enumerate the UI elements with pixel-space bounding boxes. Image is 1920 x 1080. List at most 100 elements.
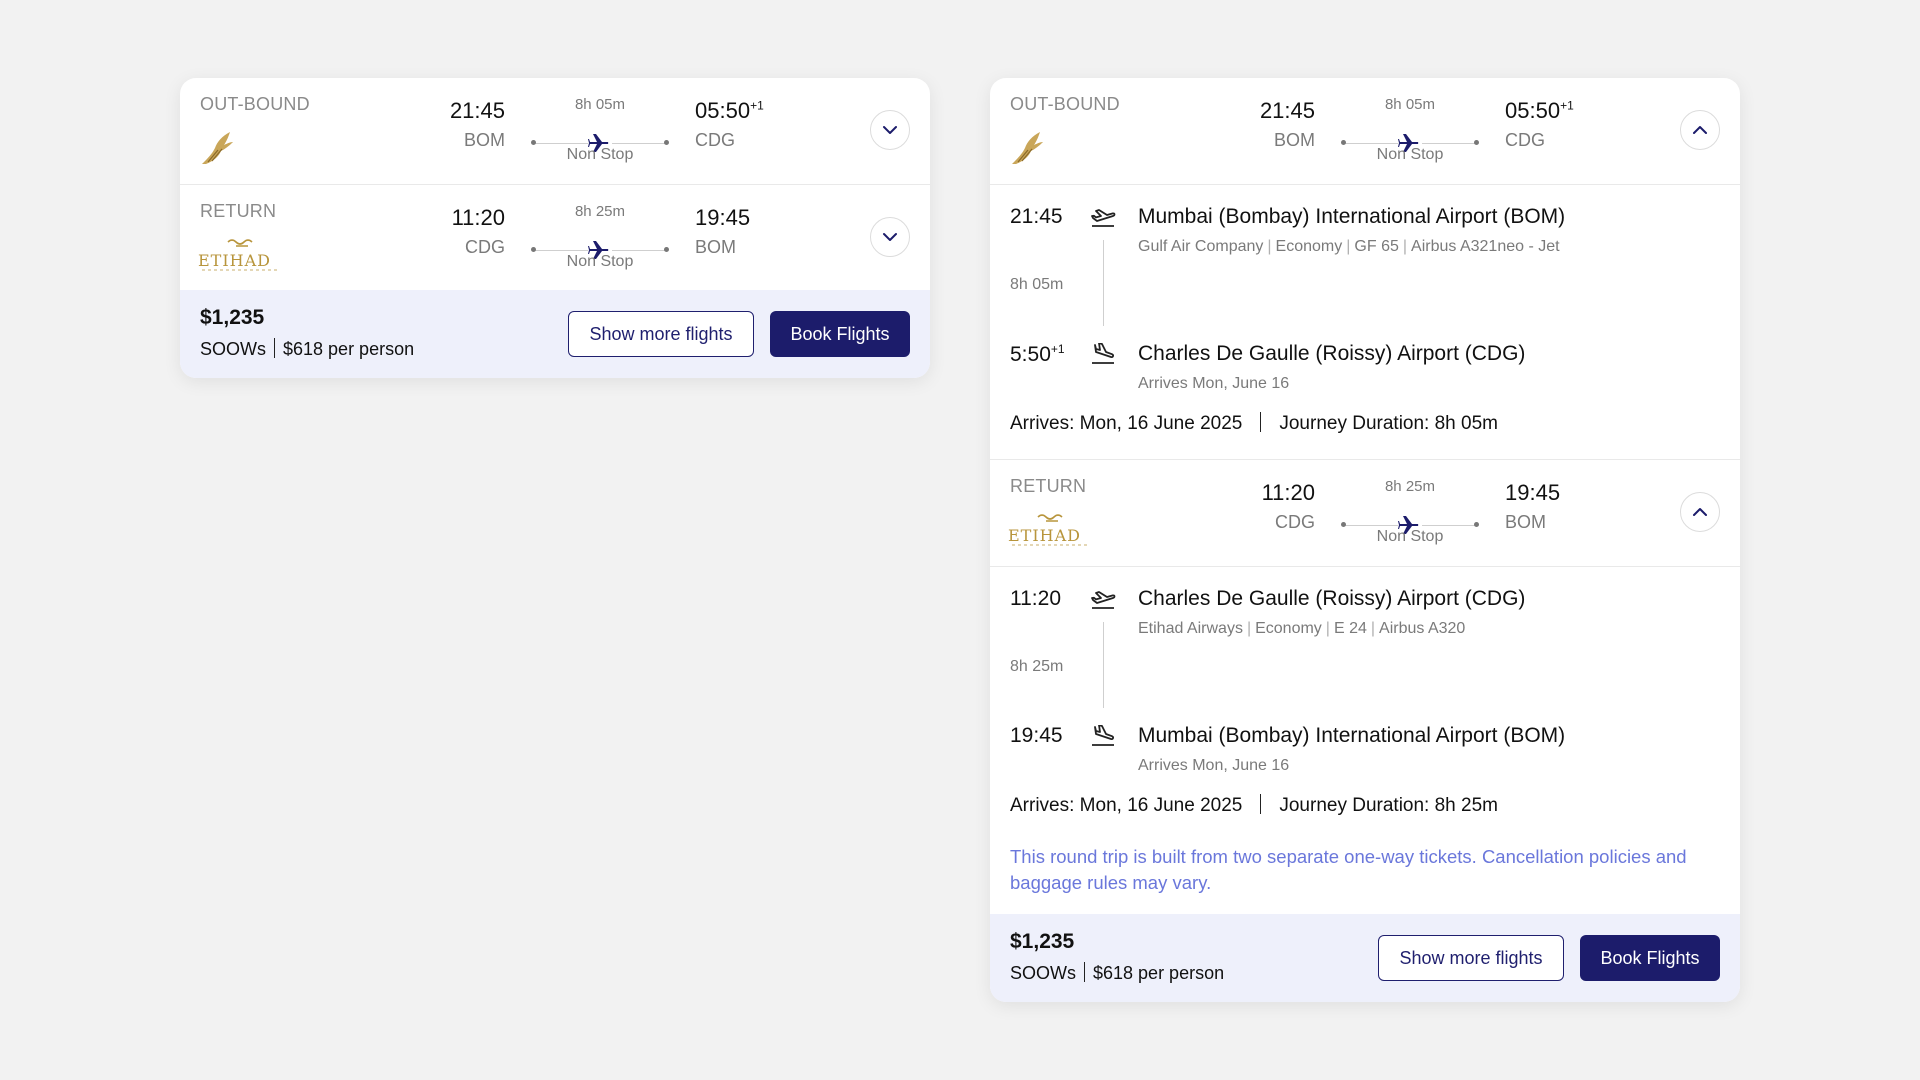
show-more-flights-button[interactable]: Show more flights xyxy=(1378,935,1564,981)
return-label: RETURN xyxy=(200,201,277,221)
return-stops: Non Stop xyxy=(1376,528,1444,545)
return-dep-code: CDG xyxy=(1275,512,1315,532)
return-dep-time: 11:20 xyxy=(451,205,505,230)
return-label: RETURN xyxy=(1010,476,1087,496)
return-detail-panel: 11:20 Charles De Gaulle (Roissy) Airport… xyxy=(990,567,1740,914)
gulf-air-falcon-icon xyxy=(1008,128,1046,173)
detail-arrives-date: Arrives: Mon, 16 June 2025 xyxy=(1010,413,1243,434)
chevron-up-icon xyxy=(1693,508,1707,516)
return-arr-time: 19:45 xyxy=(1505,480,1561,505)
detail-dep-airport: Charles De Gaulle (Roissy) Airport (CDG) xyxy=(1138,587,1526,610)
detail-journey-duration: Journey Duration: 8h 05m xyxy=(1279,413,1498,434)
detail-dep-airport: Mumbai (Bombay) International Airport (B… xyxy=(1138,205,1566,228)
per-person-price: $618 per person xyxy=(283,339,415,359)
per-person-price: $618 per person xyxy=(1093,963,1225,983)
outbound-expand-button[interactable] xyxy=(870,110,910,150)
outbound-duration-block: 8h 05m Non Stop xyxy=(1335,96,1485,166)
detail-carrier: Gulf Air Company xyxy=(1138,238,1264,255)
detail-carrier: Etihad Airways xyxy=(1138,620,1243,637)
detail-arr-airport: Charles De Gaulle (Roissy) Airport (CDG) xyxy=(1138,342,1526,365)
detail-arr-note: Arrives Mon, June 16 xyxy=(1138,375,1290,392)
outbound-duration-block: 8h 05m Non Stop xyxy=(525,96,675,166)
price-source: SOOWs xyxy=(200,339,266,359)
chevron-down-icon xyxy=(883,126,897,134)
outbound-detail-panel: 21:45 Mumbai (Bombay) International Airp… xyxy=(990,185,1740,460)
detail-arrives-date: Arrives: Mon, 16 June 2025 xyxy=(1010,795,1243,816)
book-flights-button[interactable]: Book Flights xyxy=(1580,935,1720,981)
detail-arr-time: 5:50 xyxy=(1010,343,1051,366)
detail-duration: 8h 05m xyxy=(1010,276,1064,293)
outbound-dep-time: 21:45 xyxy=(449,98,505,123)
outbound-stops: Non Stop xyxy=(566,146,634,163)
outbound-arr-offset: +1 xyxy=(750,98,764,113)
detail-cabin: Economy xyxy=(1255,620,1322,637)
return-expand-button[interactable] xyxy=(870,217,910,257)
svg-text:ETIHAD: ETIHAD xyxy=(198,251,271,270)
show-more-flights-button[interactable]: Show more flights xyxy=(568,311,754,357)
outbound-leg-row[interactable]: OUT-BOUND 21:45 BOM 8h 05m Non Stop 05:5… xyxy=(990,78,1740,185)
outbound-dep-code: BOM xyxy=(1273,130,1315,150)
detail-arr-note: Arrives Mon, June 16 xyxy=(1138,757,1290,774)
return-dep-code: CDG xyxy=(465,237,505,257)
outbound-dep-time: 21:45 xyxy=(1259,98,1315,123)
separate-tickets-notice: This round trip is built from two separa… xyxy=(1010,846,1687,893)
price-footer: $1,235 SOOWs $618 per person Show more fl… xyxy=(180,290,930,378)
detail-dep-time: 21:45 xyxy=(1010,205,1063,228)
return-collapse-button[interactable] xyxy=(1680,492,1720,532)
etihad-logo-icon: ETIHAD xyxy=(1008,512,1094,553)
detail-flight-info: Gulf Air Company | Economy | GF 65 | Airbus A3… xyxy=(1138,238,1560,255)
takeoff-icon xyxy=(1090,589,1116,611)
detail-journey-duration: Journey Duration: 8h 25m xyxy=(1279,795,1498,816)
total-price: $1,235 xyxy=(200,306,265,329)
return-dep-time: 11:20 xyxy=(1261,480,1315,505)
detail-dep-time: 11:20 xyxy=(1010,587,1061,610)
outbound-arr-code: CDG xyxy=(1505,130,1545,150)
return-duration: 8h 25m xyxy=(574,203,626,220)
flight-card-expanded: OUT-BOUND 21:45 BOM 8h 05m Non Stop 05:5… xyxy=(990,78,1740,1002)
return-duration: 8h 25m xyxy=(1384,478,1436,495)
svg-text:ETIHAD: ETIHAD xyxy=(1008,526,1081,545)
detail-duration: 8h 25m xyxy=(1010,658,1064,675)
return-arr-code: BOM xyxy=(1505,512,1547,532)
book-flights-button[interactable]: Book Flights xyxy=(770,311,910,357)
outbound-label: OUT-BOUND xyxy=(200,94,310,114)
detail-cabin: Economy xyxy=(1275,238,1343,255)
landing-icon xyxy=(1090,342,1116,365)
outbound-label: OUT-BOUND xyxy=(1010,94,1120,114)
price-footer: $1,235 SOOWs $618 per person Show more fl… xyxy=(990,914,1740,1002)
detail-aircraft: Airbus A321neo - Jet xyxy=(1411,238,1560,255)
return-stops: Non Stop xyxy=(566,253,634,270)
outbound-collapse-button[interactable] xyxy=(1680,110,1720,150)
outbound-arr-offset: +1 xyxy=(1560,98,1574,113)
return-duration-block: 8h 25m Non Stop xyxy=(1335,478,1485,548)
detail-flight-number: GF 65 xyxy=(1354,238,1399,255)
detail-arr-airport: Mumbai (Bombay) International Airport (B… xyxy=(1138,724,1566,747)
return-leg-row[interactable]: RETURN ETIHAD 11:20 CDG 8h 25m Non Stop … xyxy=(180,185,930,292)
detail-arr-offset: +1 xyxy=(1050,342,1065,356)
gulf-air-falcon-icon xyxy=(198,128,236,173)
return-arr-time: 19:45 xyxy=(695,205,751,230)
outbound-arr-time: 05:50 xyxy=(695,98,751,123)
detail-arr-time: 19:45 xyxy=(1010,724,1063,747)
chevron-down-icon xyxy=(883,233,897,241)
landing-icon xyxy=(1090,724,1116,747)
return-leg-row[interactable]: RETURN ETIHAD 11:20 CDG 8h 25m Non Stop … xyxy=(990,460,1740,567)
chevron-up-icon xyxy=(1693,126,1707,134)
outbound-arr-code: CDG xyxy=(695,130,735,150)
price-source: SOOWs xyxy=(1010,963,1076,983)
detail-aircraft: Airbus A320 xyxy=(1379,620,1466,637)
etihad-logo-icon: ETIHAD xyxy=(198,237,284,278)
outbound-dep-code: BOM xyxy=(463,130,505,150)
return-duration-block: 8h 25m Non Stop xyxy=(525,203,675,273)
detail-flight-info: Etihad Airways | Economy | E 24 | Airbus A320 xyxy=(1138,620,1466,637)
outbound-stops: Non Stop xyxy=(1376,146,1444,163)
outbound-arr-time: 05:50 xyxy=(1505,98,1561,123)
takeoff-icon xyxy=(1090,207,1116,229)
flight-card-collapsed: OUT-BOUND 21:45 BOM 8h 05m Non Stop 05:5… xyxy=(180,78,930,378)
outbound-duration: 8h 05m xyxy=(1384,96,1436,113)
detail-flight-number: E 24 xyxy=(1333,620,1367,637)
return-arr-code: BOM xyxy=(695,237,737,257)
outbound-duration: 8h 05m xyxy=(574,96,626,113)
outbound-leg-row[interactable]: OUT-BOUND 21:45 BOM 8h 05m Non Stop 05:5… xyxy=(180,78,930,185)
total-price: $1,235 xyxy=(1010,930,1075,953)
